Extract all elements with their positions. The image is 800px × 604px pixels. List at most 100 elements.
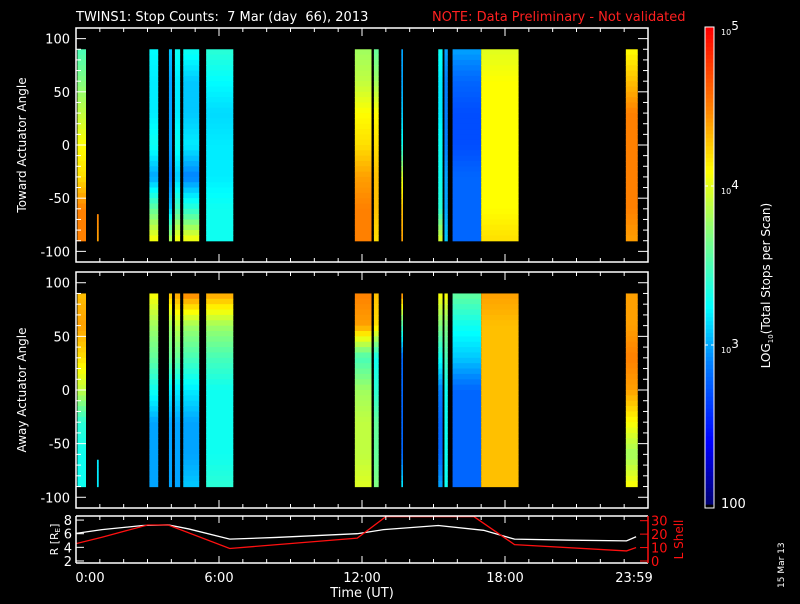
heatmap-cell <box>354 304 372 311</box>
x-tick-label: 12:00 <box>343 571 380 586</box>
heatmap-cell <box>401 91 403 98</box>
heatmap-cell <box>354 352 372 359</box>
heatmap-cell <box>373 171 379 178</box>
colorbar-tick-exp: 4 <box>731 178 739 192</box>
heatmap-cell <box>168 198 173 205</box>
heatmap-cell <box>401 325 403 332</box>
heatmap-cell <box>174 81 181 88</box>
heatmap-cell <box>373 192 379 199</box>
heatmap-cell <box>438 91 443 98</box>
heatmap-cell <box>206 54 234 61</box>
y-tick-label: -50 <box>49 192 70 207</box>
heatmap-cell <box>373 81 379 88</box>
heatmap-cell <box>481 54 519 61</box>
heatmap-cell <box>168 395 173 402</box>
colorbar-swatch <box>705 241 714 247</box>
heatmap-cell <box>168 139 173 146</box>
heatmap-cell <box>452 75 482 82</box>
heatmap-cell <box>174 59 181 66</box>
heatmap-cell <box>149 118 159 125</box>
heatmap-cell <box>438 379 443 386</box>
heatmap-cell <box>149 214 159 221</box>
colorbar-swatch <box>705 126 714 131</box>
heatmap-cell <box>444 395 448 402</box>
heatmap-cell <box>174 182 181 189</box>
heatmap-cell <box>401 230 403 237</box>
heatmap-cell <box>481 400 519 407</box>
heatmap-cell <box>149 65 159 72</box>
heatmap-cell <box>452 336 482 343</box>
heatmap-cell <box>149 325 159 332</box>
heatmap-cell <box>354 113 372 120</box>
heatmap-cell <box>183 390 200 396</box>
heatmap-cell <box>452 352 482 359</box>
heatmap-cell <box>401 118 403 125</box>
heatmap-cell <box>625 208 638 215</box>
heatmap-cell <box>373 379 379 386</box>
colorbar-swatch <box>705 269 714 275</box>
heatmap-cell <box>354 145 372 151</box>
heatmap-cell <box>174 134 181 141</box>
heatmap-cell <box>625 309 638 316</box>
heatmap-cell <box>168 123 173 130</box>
heatmap-cell <box>149 395 159 402</box>
heatmap-cell <box>354 155 372 162</box>
heatmap-cell <box>481 379 519 386</box>
heatmap-cell <box>354 459 372 466</box>
heatmap-cell <box>373 235 379 242</box>
y-tick-label: 0 <box>62 384 70 399</box>
heatmap-cell <box>438 171 443 178</box>
heatmap-cell <box>149 235 159 242</box>
scan-band <box>206 49 234 242</box>
heatmap-cell <box>354 70 372 77</box>
heatmap-cell <box>168 86 173 93</box>
scan-band <box>481 49 519 242</box>
heatmap-cell <box>354 411 372 418</box>
x-tick-label: 6:00 <box>204 571 233 586</box>
heatmap-cell <box>625 427 638 434</box>
heatmap-cell <box>149 454 159 461</box>
heatmap-cell <box>401 416 403 423</box>
colorbar-swatch <box>705 78 714 84</box>
colorbar-swatch <box>705 424 714 430</box>
heatmap-cell <box>168 293 173 300</box>
heatmap-cell <box>174 139 181 146</box>
heatmap-cell <box>373 325 379 332</box>
heatmap-cell <box>174 325 181 332</box>
heatmap-cell <box>373 443 379 450</box>
heatmap-cell <box>452 320 482 327</box>
heatmap-cell <box>373 145 379 151</box>
heatmap-cell <box>354 481 372 488</box>
heatmap-cell <box>452 230 482 237</box>
heatmap-cell <box>625 373 638 380</box>
heatmap-cell <box>481 182 519 189</box>
colorbar-swatch <box>705 130 714 135</box>
heatmap-cell <box>481 384 519 391</box>
heatmap-cell <box>354 118 372 125</box>
colorbar-swatch <box>705 436 714 441</box>
heatmap-cell <box>401 139 403 146</box>
heatmap-cell <box>354 97 372 104</box>
heatmap-cell <box>183 166 200 173</box>
colorbar-swatch <box>705 82 714 88</box>
heatmap-cell <box>183 123 200 130</box>
heatmap-cell <box>438 102 443 109</box>
heatmap-cell <box>481 139 519 146</box>
heatmap-cell <box>174 118 181 125</box>
heatmap-cell <box>354 363 372 370</box>
heatmap-cell <box>183 475 200 482</box>
colorbar-swatch <box>705 170 714 175</box>
colorbar-swatch <box>705 90 714 96</box>
heatmap-cell <box>438 208 443 215</box>
heatmap-cell <box>438 341 443 348</box>
heatmap-cell <box>183 384 200 391</box>
y-axis-label: Away Actuator Angle <box>15 327 29 452</box>
heatmap-cell <box>625 416 638 423</box>
heatmap-cell <box>444 406 448 413</box>
heatmap-cell <box>444 411 448 418</box>
heatmap-cell <box>625 411 638 418</box>
heatmap-cell <box>168 208 173 215</box>
heatmap-cell <box>174 373 181 380</box>
scan-band <box>452 293 482 488</box>
heatmap-cell <box>206 384 234 391</box>
